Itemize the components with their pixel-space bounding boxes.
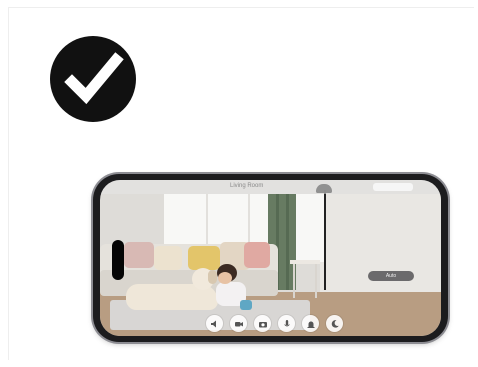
status-indicator — [373, 183, 413, 191]
pillow — [124, 242, 154, 268]
siren-button[interactable] — [302, 315, 319, 332]
talk-button[interactable] — [278, 315, 295, 332]
night-mode-icon — [331, 319, 339, 328]
camera-name: Living Room — [230, 183, 264, 189]
pillow — [154, 246, 182, 270]
phone-side-button — [185, 172, 207, 174]
product-image-frame: Living Room Auto — [8, 7, 474, 360]
dog-ear — [208, 270, 217, 284]
speaker-button[interactable] — [206, 315, 223, 332]
side-table-leg — [293, 264, 295, 298]
snapshot-camera-icon — [258, 321, 267, 327]
phone-side-button — [153, 172, 175, 174]
record-button[interactable] — [230, 315, 247, 332]
camera-live-view[interactable]: Living Room Auto — [100, 180, 441, 336]
dynamic-island — [112, 240, 124, 280]
record-video-icon — [234, 321, 243, 326]
alarm-siren-icon — [307, 321, 314, 328]
night-mode-button[interactable] — [326, 315, 343, 332]
mode-toggle[interactable]: Auto — [368, 271, 414, 281]
floor-lamp-pole — [324, 190, 326, 290]
speaker-icon — [210, 320, 216, 327]
toy — [240, 300, 252, 310]
side-table-leg — [315, 264, 317, 298]
pillow — [244, 242, 270, 268]
pillow — [188, 246, 220, 270]
smartphone: Living Room Auto — [93, 172, 448, 344]
snapshot-button[interactable] — [254, 315, 271, 332]
curtain-fold — [286, 194, 289, 290]
child-face — [218, 272, 232, 284]
camera-controls-bar — [206, 315, 343, 333]
microphone-icon — [283, 319, 290, 326]
check-mark-icon — [64, 52, 124, 105]
phone-side-button — [213, 342, 247, 344]
checkmark-badge — [50, 36, 136, 122]
background-wall — [320, 194, 441, 306]
camera-status-bar: Living Room — [100, 180, 441, 194]
